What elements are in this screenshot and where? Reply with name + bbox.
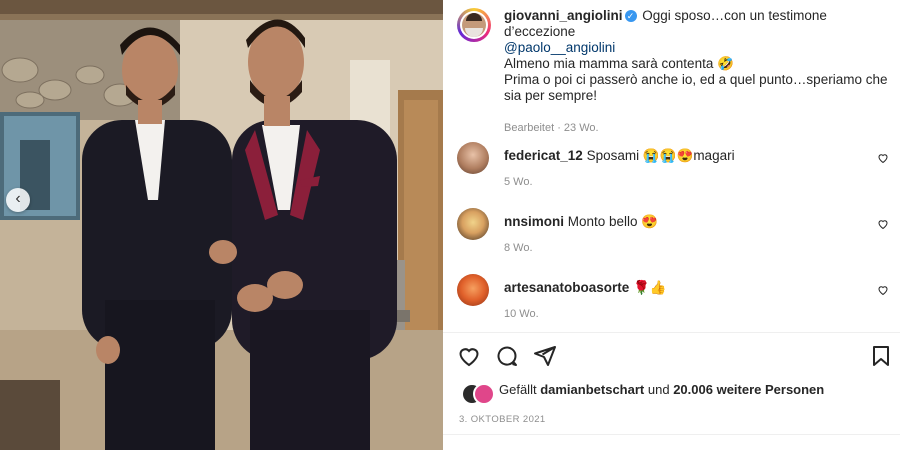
author-avatar[interactable] (457, 8, 491, 42)
comment-icon[interactable] (495, 344, 519, 368)
comment-item: federicat_12 Sposami 😭😭😍magari 5 Wo. (457, 142, 897, 202)
comment-text: federicat_12 Sposami 😭😭😍magari (504, 148, 735, 164)
comment-body: Monto bello (567, 214, 638, 229)
caption-text: giovanni_angiolini ✓ Oggi sposo…con un te… (504, 8, 889, 136)
comment-time[interactable]: 5 Wo. (504, 176, 533, 188)
divider (443, 332, 900, 333)
author-username[interactable]: giovanni_angiolini (504, 8, 623, 23)
likes-summary: Gefällt damianbetschart und 20.006 weite… (461, 382, 824, 405)
likes-count[interactable]: 20.006 weitere Personen (673, 382, 824, 397)
likes-user[interactable]: damianbetschart (540, 382, 644, 397)
action-bar (457, 344, 889, 370)
send-icon[interactable] (533, 344, 557, 368)
caption-emoji: 🤣 (717, 56, 734, 71)
comment-username[interactable]: federicat_12 (504, 148, 583, 163)
comment-avatar[interactable] (457, 142, 489, 174)
comment-emojis: 😭😭😍 (642, 148, 694, 163)
comment-like-heart-icon[interactable] (877, 152, 889, 164)
likes-middle: und (647, 382, 670, 397)
comment-body: Sposami (586, 148, 640, 163)
caption-edited: Bearbeitet · 23 Wo. (504, 122, 599, 134)
caption-mention[interactable]: @paolo__angiolini (504, 40, 615, 55)
caption-line-3: Prima o poi ci passerò anche io, ed a qu… (504, 72, 888, 103)
comment-item: nnsimoni Monto bello 😍 8 Wo. (457, 208, 897, 268)
bookmark-icon[interactable] (869, 344, 893, 368)
liker-avatar (473, 383, 495, 405)
comment-time[interactable]: 10 Wo. (504, 308, 539, 320)
comment-avatar[interactable] (457, 208, 489, 240)
comment-emojis: 😍 (641, 214, 659, 229)
chevron-left-icon[interactable]: ‹ (6, 188, 30, 212)
comment-item: artesanatoboasorte 🌹👍 10 Wo. (457, 274, 897, 334)
post-details-panel: giovanni_angiolini ✓ Oggi sposo…con un te… (443, 0, 900, 450)
comment-username[interactable]: artesanatoboasorte (504, 280, 629, 295)
comment-emojis: 🌹👍 (633, 280, 667, 295)
comment-like-heart-icon[interactable] (877, 218, 889, 230)
comment-text: nnsimoni Monto bello 😍 (504, 214, 658, 230)
divider (443, 434, 900, 435)
likes-prefix: Gefällt (499, 382, 537, 397)
post-photo: ‹ (0, 0, 443, 450)
post-date[interactable]: 3. OKTOBER 2021 (459, 414, 546, 425)
comment-like-heart-icon[interactable] (877, 284, 889, 296)
comment-time[interactable]: 8 Wo. (504, 242, 533, 254)
comment-username[interactable]: nnsimoni (504, 214, 564, 229)
comment-text: artesanatoboasorte 🌹👍 (504, 280, 667, 296)
comment-avatar[interactable] (457, 274, 489, 306)
photo-illustration (0, 0, 443, 450)
heart-icon[interactable] (457, 344, 481, 368)
comment-body-after: magari (693, 148, 735, 163)
verified-badge-icon: ✓ (624, 10, 637, 22)
caption-line-2: Almeno mia mamma sarà contenta (504, 56, 714, 71)
